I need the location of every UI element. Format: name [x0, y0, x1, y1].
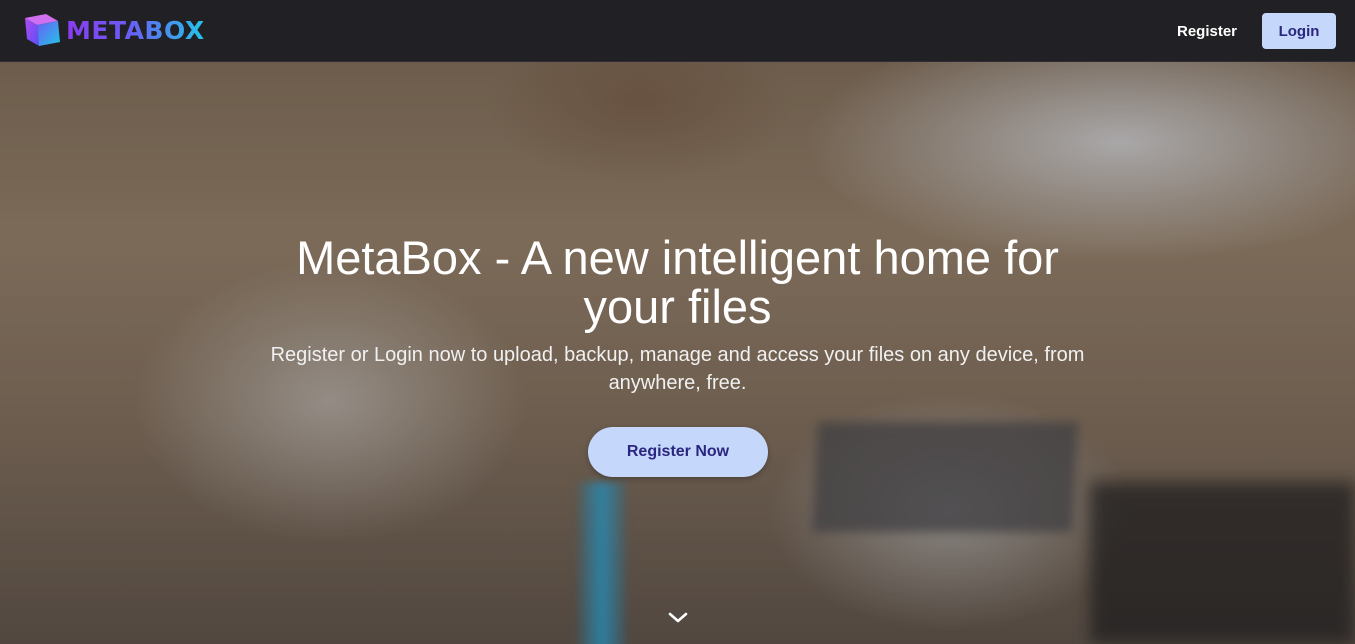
top-navbar: METABOX Register Login	[0, 0, 1355, 62]
register-now-button[interactable]: Register Now	[588, 427, 768, 477]
hero-subtitle: Register or Login now to upload, backup,…	[270, 344, 1085, 394]
nav-register-link[interactable]: Register	[1166, 13, 1248, 49]
cube-icon	[25, 14, 60, 46]
brand-logo[interactable]: METABOX	[22, 12, 205, 48]
brand-name: METABOX	[66, 15, 205, 45]
chevron-down-icon[interactable]	[666, 608, 690, 628]
hero-title: MetaBox - A new intelligent home for you…	[296, 231, 1059, 333]
nav-login-button[interactable]: Login	[1262, 13, 1336, 49]
